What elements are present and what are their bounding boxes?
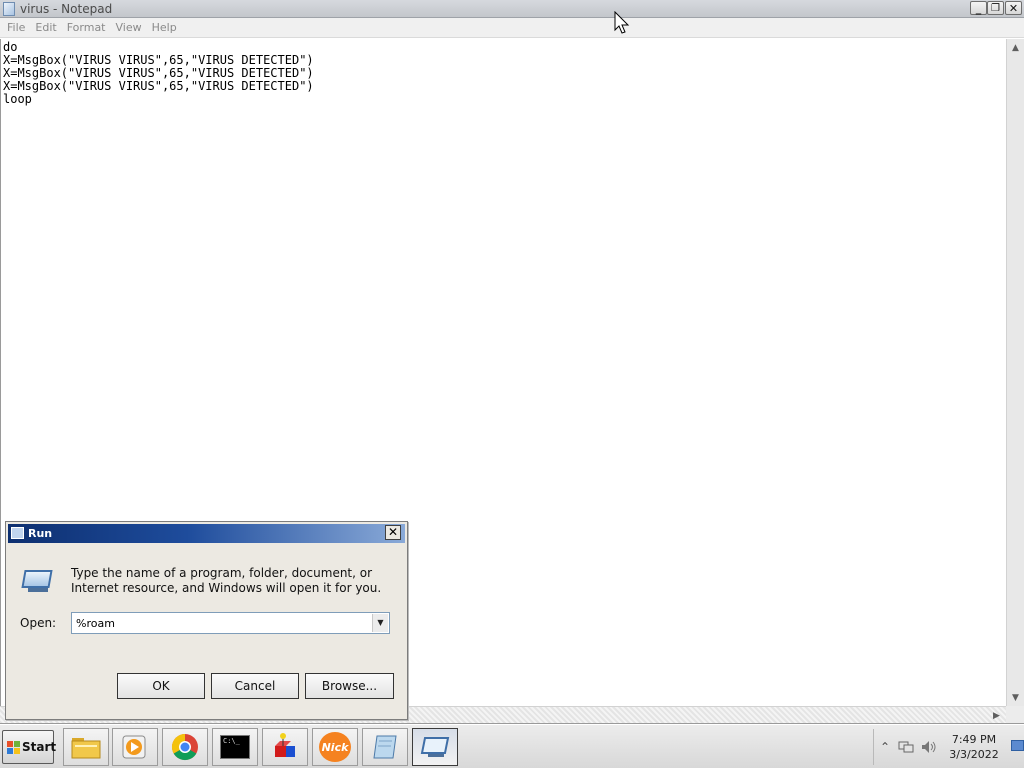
start-button[interactable]: Start <box>2 730 57 764</box>
restore-button[interactable]: ❐ <box>987 1 1004 15</box>
menu-format[interactable]: Format <box>62 19 111 37</box>
show-desktop-icon[interactable] <box>1011 740 1024 751</box>
menu-view[interactable]: View <box>111 19 147 37</box>
cancel-button[interactable]: Cancel <box>211 673 299 699</box>
taskbar: Start C:\_ Nick ⌃ 7:49 PM 3/3/2022 <box>0 724 1024 768</box>
run-dialog-titlebar[interactable]: Run <box>8 524 405 543</box>
menu-file[interactable]: File <box>2 19 30 37</box>
cmd-icon-text: C:\_ <box>220 735 250 759</box>
clock-time: 7:49 PM <box>951 733 997 746</box>
app-icon[interactable] <box>262 728 308 766</box>
start-label: Start <box>22 740 57 754</box>
text-line: X=MsgBox("VIRUS VIRUS",65,"VIRUS DETECTE… <box>3 79 314 93</box>
volume-icon[interactable] <box>921 740 937 754</box>
notepad-menubar: File Edit Format View Help <box>0 18 1024 38</box>
run-description: Type the name of a program, folder, docu… <box>71 566 382 595</box>
run-title-icon <box>11 527 24 539</box>
run-icon[interactable] <box>412 728 458 766</box>
show-hidden-icons-icon[interactable]: ⌃ <box>880 740 890 754</box>
notepad-window-title: virus - Notepad <box>20 2 113 16</box>
vertical-scrollbar[interactable]: ▲ ▼ <box>1006 39 1024 706</box>
clock[interactable]: 7:49 PM 3/3/2022 <box>944 732 1004 762</box>
size-grip[interactable] <box>1006 706 1024 723</box>
chrome-icon[interactable] <box>162 728 208 766</box>
network-icon[interactable] <box>898 740 914 754</box>
ok-button[interactable]: OK <box>117 673 205 699</box>
clock-date: 3/3/2022 <box>949 748 999 761</box>
run-close-button[interactable]: ✕ <box>385 525 401 540</box>
run-dialog: Run ✕ Type the name of a program, folder… <box>5 521 408 720</box>
chevron-down-icon[interactable]: ▼ <box>372 614 388 632</box>
system-tray: ⌃ 7:49 PM 3/3/2022 <box>873 729 1024 765</box>
scroll-down-icon[interactable]: ▼ <box>1007 689 1024 706</box>
windows-flag-icon <box>7 741 20 754</box>
open-label: Open: <box>20 616 57 630</box>
menu-help[interactable]: Help <box>147 19 182 37</box>
open-input[interactable] <box>76 615 366 631</box>
scroll-right-icon[interactable]: ▶ <box>988 707 1005 724</box>
text-line: loop <box>3 92 32 106</box>
command-prompt-icon[interactable]: C:\_ <box>212 728 258 766</box>
browse-button[interactable]: Browse... <box>305 673 394 699</box>
close-button[interactable]: ✕ <box>1005 1 1022 15</box>
nick-icon[interactable]: Nick <box>312 728 358 766</box>
minimize-button[interactable]: _ <box>970 1 987 15</box>
notepad-app-icon <box>3 2 15 16</box>
media-player-icon[interactable] <box>112 728 158 766</box>
notepad-titlebar[interactable]: virus - Notepad _ ❐ ✕ <box>0 0 1024 18</box>
mouse-cursor-icon <box>614 11 630 34</box>
scroll-up-icon[interactable]: ▲ <box>1007 39 1024 56</box>
menu-edit[interactable]: Edit <box>30 19 61 37</box>
run-icon <box>20 567 54 593</box>
file-explorer-icon[interactable] <box>63 728 109 766</box>
nick-icon-text: Nick <box>319 732 351 762</box>
open-combobox[interactable]: ▼ <box>71 612 390 634</box>
run-dialog-title: Run <box>28 527 53 540</box>
notepad-icon[interactable] <box>362 728 408 766</box>
